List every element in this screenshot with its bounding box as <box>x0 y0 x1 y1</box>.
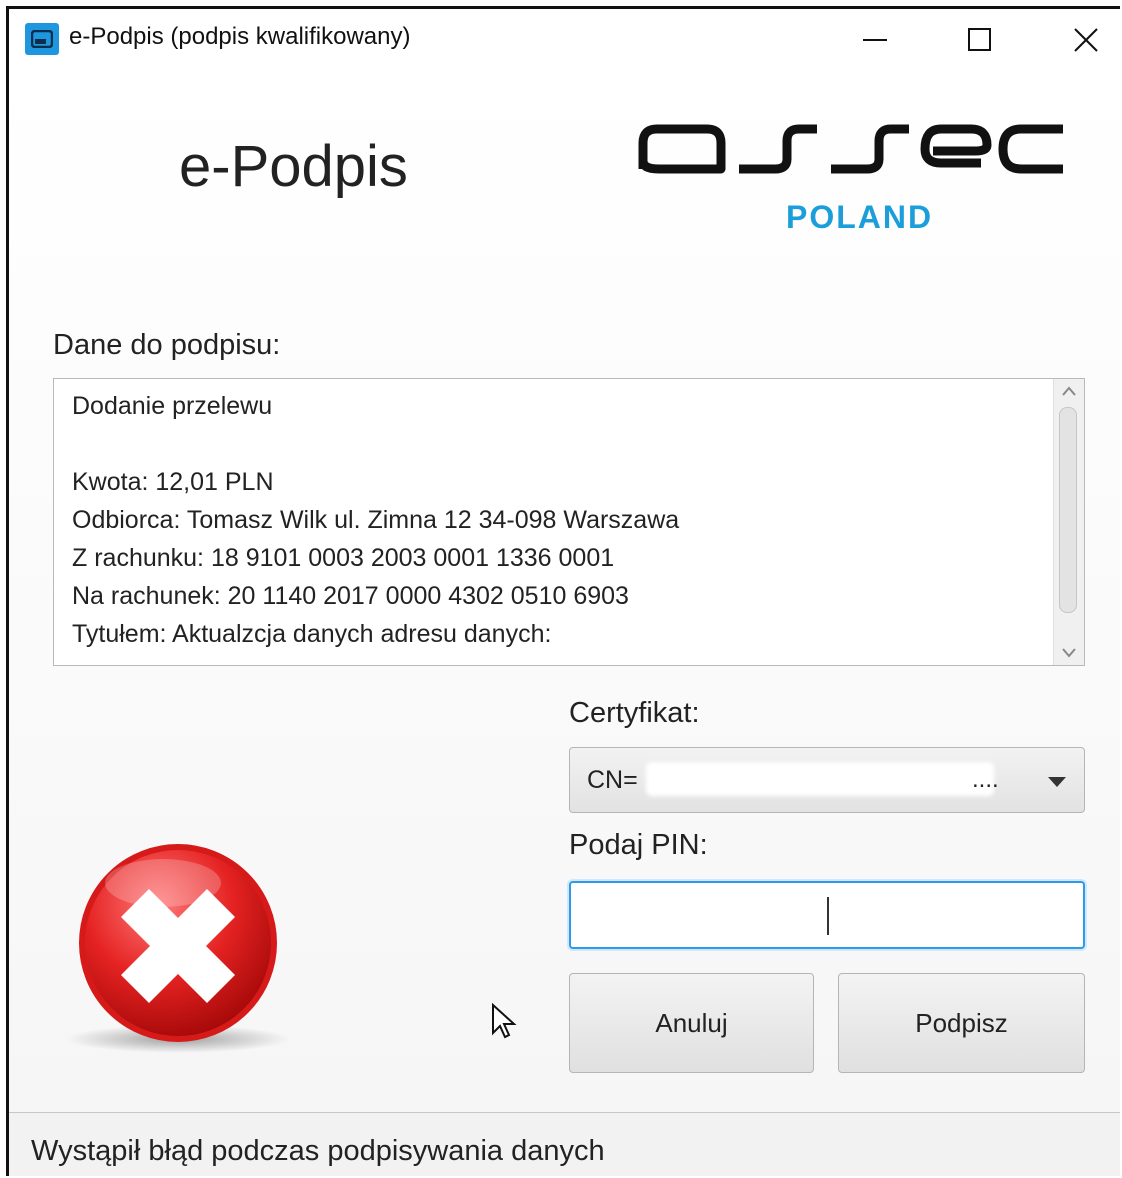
data-line: Z rachunku: 18 9101 0003 2003 0001 1336 … <box>72 544 615 572</box>
data-line: Kwota: 12,01 PLN <box>72 468 274 496</box>
asseco-logo <box>638 124 1063 174</box>
minimize-icon <box>863 39 887 41</box>
scrollbar-thumb[interactable] <box>1059 407 1077 613</box>
app-window: e-Podpis (podpis kwalifikowany) e-Podpis… <box>6 6 1120 1176</box>
sign-button[interactable]: Podpisz <box>838 973 1085 1073</box>
chevron-down-icon <box>1048 777 1066 787</box>
close-icon <box>1074 28 1098 52</box>
data-label: Dane do podpisu: <box>53 329 281 361</box>
signing-data-lines: Dodanie przelewu Kwota: 12,01 PLN Odbior… <box>72 387 1052 653</box>
app-window-icon <box>25 23 59 55</box>
data-line: Odbiorca: Tomasz Wilk ul. Zimna 12 34-09… <box>72 506 680 534</box>
data-line: Na rachunek: 20 1140 2017 0000 4302 0510… <box>72 582 629 610</box>
data-line: Tytułem: Aktualzcja danych adresu danych… <box>72 620 552 648</box>
certificate-ellipsis: .... <box>972 766 999 793</box>
pin-input[interactable] <box>569 881 1085 949</box>
signing-data-textarea[interactable]: Dodanie przelewu Kwota: 12,01 PLN Odbior… <box>53 378 1085 666</box>
certificate-select[interactable]: CN= .... <box>569 747 1085 813</box>
certificate-prefix: CN= <box>587 766 638 794</box>
minimize-button[interactable] <box>844 17 904 61</box>
data-line <box>72 425 1052 463</box>
close-button[interactable] <box>1055 17 1115 61</box>
vertical-scrollbar[interactable] <box>1053 379 1084 665</box>
mouse-pointer-icon <box>492 1003 517 1039</box>
status-bar: Wystąpił błąd podczas podpisywania danyc… <box>9 1113 1120 1176</box>
pin-label: Podaj PIN: <box>569 829 708 861</box>
dialog-content: e-Podpis POLAND Dane do podpisu: Dodanie… <box>9 71 1120 1117</box>
data-line: Dodanie przelewu <box>72 392 273 420</box>
maximize-icon <box>968 28 991 51</box>
status-message: Wystąpił błąd podczas podpisywania danyc… <box>31 1135 605 1167</box>
title-bar[interactable]: e-Podpis (podpis kwalifikowany) <box>9 9 1120 71</box>
error-icon <box>66 844 290 1053</box>
app-name-heading: e-Podpis <box>179 134 408 199</box>
scroll-down-icon[interactable] <box>1061 647 1077 659</box>
certificate-label: Certyfikat: <box>569 697 700 729</box>
scroll-up-icon[interactable] <box>1061 385 1077 397</box>
brand-subtitle: POLAND <box>786 199 934 235</box>
window-title: e-Podpis (podpis kwalifikowany) <box>69 23 411 50</box>
redacted-certificate-name <box>646 762 994 796</box>
maximize-button[interactable] <box>949 17 1009 61</box>
text-caret <box>827 897 829 935</box>
cancel-button[interactable]: Anuluj <box>569 973 814 1073</box>
